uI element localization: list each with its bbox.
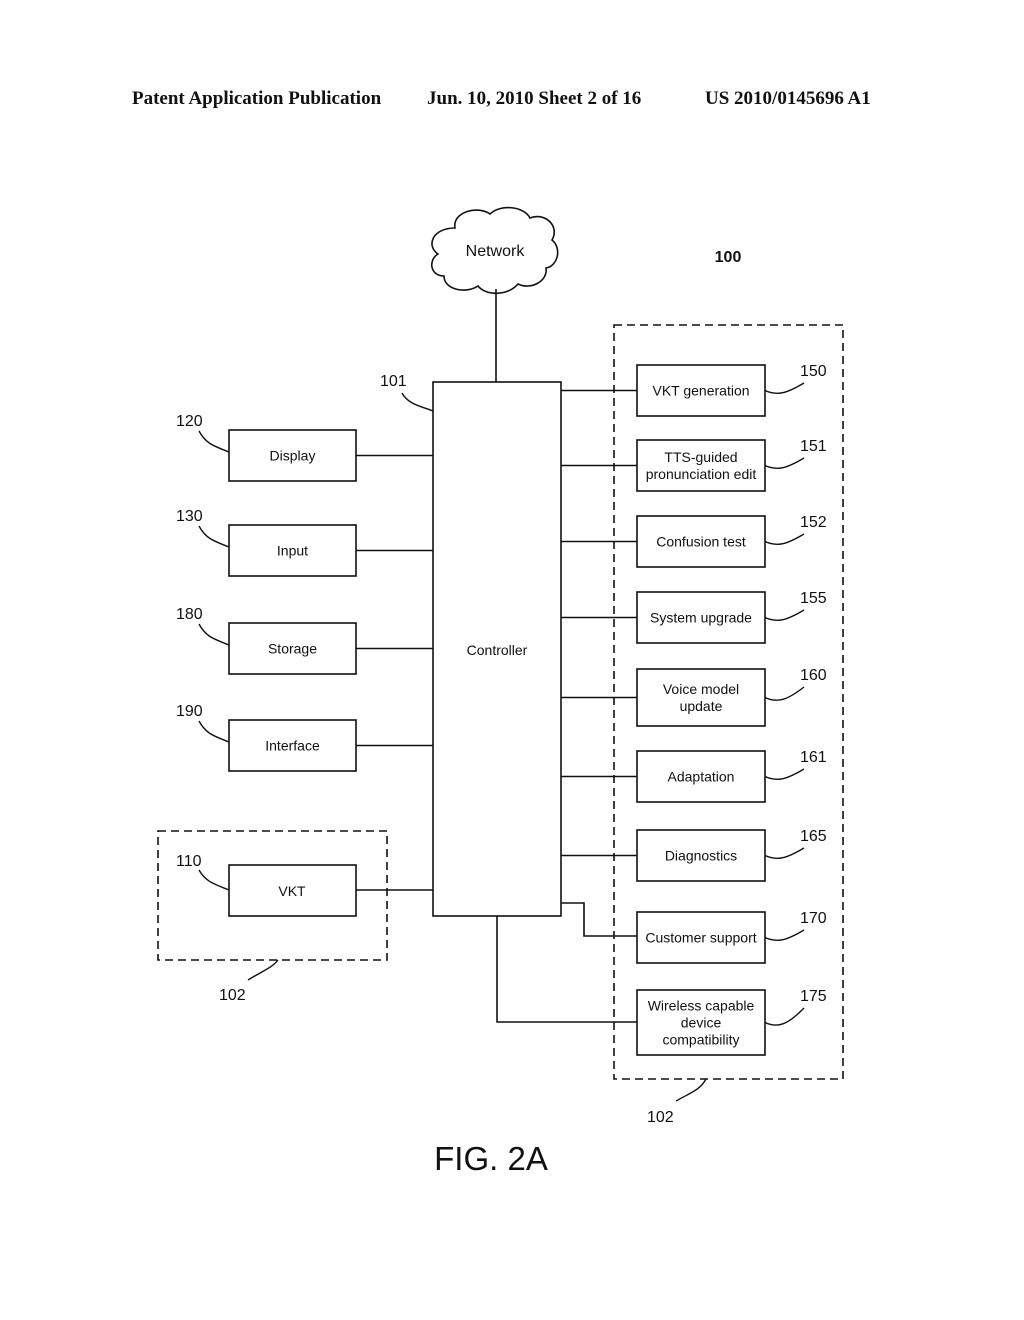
leader-165 bbox=[764, 847, 805, 859]
ref-161: 161 bbox=[800, 749, 827, 766]
block-tts-guided-pronunciation-edit: TTS-guidedpronunciation edit 151 bbox=[561, 438, 827, 492]
ref-175: 175 bbox=[800, 988, 827, 1005]
block-diagnostics: Diagnostics 165 bbox=[561, 828, 827, 882]
ref-101: 101 bbox=[380, 373, 407, 390]
leader-170 bbox=[764, 929, 805, 941]
block-customer-support: Customer support 170 bbox=[561, 902, 827, 964]
leader-151 bbox=[764, 457, 805, 469]
block-diagram: Network 100 Controller 101 Display 120 Inp… bbox=[157, 206, 844, 1177]
vkt-generation-label: VKT generation bbox=[652, 383, 749, 399]
vkt-label: VKT bbox=[278, 883, 306, 899]
block-storage: Storage 180 bbox=[176, 606, 433, 675]
vkt-block: VKT bbox=[228, 864, 357, 917]
diagnostics-label: Diagnostics bbox=[665, 848, 737, 864]
customer-support-label: Customer support bbox=[645, 930, 756, 946]
block-system-upgrade: System upgrade 155 bbox=[561, 590, 827, 644]
tts-guided-pronunciation-edit-label: TTS-guided bbox=[664, 449, 737, 465]
display-label: Display bbox=[270, 448, 316, 464]
leader-180 bbox=[198, 623, 230, 646]
ref-130: 130 bbox=[176, 508, 203, 525]
ref-110: 110 bbox=[176, 853, 202, 870]
leader-130 bbox=[198, 525, 230, 548]
interface-label: Interface bbox=[265, 738, 320, 754]
ref-150: 150 bbox=[800, 363, 827, 380]
ref-165: 165 bbox=[800, 828, 827, 845]
voice-model-update-label: Voice model bbox=[663, 681, 739, 697]
ref-180: 180 bbox=[176, 606, 203, 623]
wireless-capable-device-compatibility-label: Wireless capable bbox=[648, 998, 755, 1014]
tts-guided-pronunciation-edit-label: pronunciation edit bbox=[646, 466, 757, 482]
leader-175 bbox=[764, 1007, 805, 1026]
ref-152: 152 bbox=[800, 514, 827, 531]
wireless-capable-device-compatibility-link bbox=[496, 916, 637, 1023]
leader-101 bbox=[401, 392, 434, 412]
ref-151: 151 bbox=[800, 438, 827, 455]
network-label: Network bbox=[466, 243, 526, 260]
controller-label: Controller bbox=[467, 642, 528, 658]
network-cloud: Network bbox=[431, 206, 559, 295]
block-input: Input 130 bbox=[176, 508, 433, 577]
ref-102-right: 102 bbox=[647, 1109, 674, 1126]
leader-190 bbox=[198, 720, 230, 743]
voice-model-update-label: update bbox=[680, 698, 723, 714]
leader-102-left bbox=[247, 959, 279, 981]
wireless-capable-device-compatibility-label: device bbox=[681, 1015, 722, 1031]
controller-block: Controller bbox=[432, 381, 562, 917]
adaptation-label: Adaptation bbox=[668, 769, 735, 785]
storage-label: Storage bbox=[268, 641, 317, 657]
left-blocks: Display 120 Input 130 Storage 180 Interface 190 bbox=[176, 413, 433, 772]
leader-120 bbox=[198, 430, 230, 453]
ref-120: 120 bbox=[176, 413, 203, 430]
system-upgrade-label: System upgrade bbox=[650, 610, 752, 626]
system-ref-100: 100 bbox=[715, 249, 742, 266]
wireless-capable-device-compatibility-label: compatibility bbox=[662, 1032, 739, 1048]
block-vkt-generation: VKT generation 150 bbox=[561, 363, 827, 417]
leader-102-right bbox=[675, 1078, 707, 1102]
input-label: Input bbox=[277, 543, 308, 559]
leader-161 bbox=[764, 768, 805, 780]
ref-170: 170 bbox=[800, 910, 827, 927]
leader-152 bbox=[764, 533, 805, 545]
ref-160: 160 bbox=[800, 667, 827, 684]
leader-110 bbox=[198, 869, 230, 891]
leader-150 bbox=[764, 382, 805, 394]
ref-190: 190 bbox=[176, 703, 203, 720]
block-voice-model-update: Voice modelupdate 160 bbox=[561, 667, 827, 727]
ref-102-left: 102 bbox=[219, 987, 246, 1004]
block-interface: Interface 190 bbox=[176, 703, 433, 772]
confusion-test-label: Confusion test bbox=[656, 534, 746, 550]
block-display: Display 120 bbox=[176, 413, 433, 482]
ref-155: 155 bbox=[800, 590, 827, 607]
block-confusion-test: Confusion test 152 bbox=[561, 514, 827, 568]
leader-160 bbox=[764, 686, 805, 701]
leader-155 bbox=[764, 609, 805, 621]
block-adaptation: Adaptation 161 bbox=[561, 749, 827, 803]
customer-support-link bbox=[561, 902, 637, 937]
figure-label: FIG. 2A bbox=[434, 1140, 548, 1177]
